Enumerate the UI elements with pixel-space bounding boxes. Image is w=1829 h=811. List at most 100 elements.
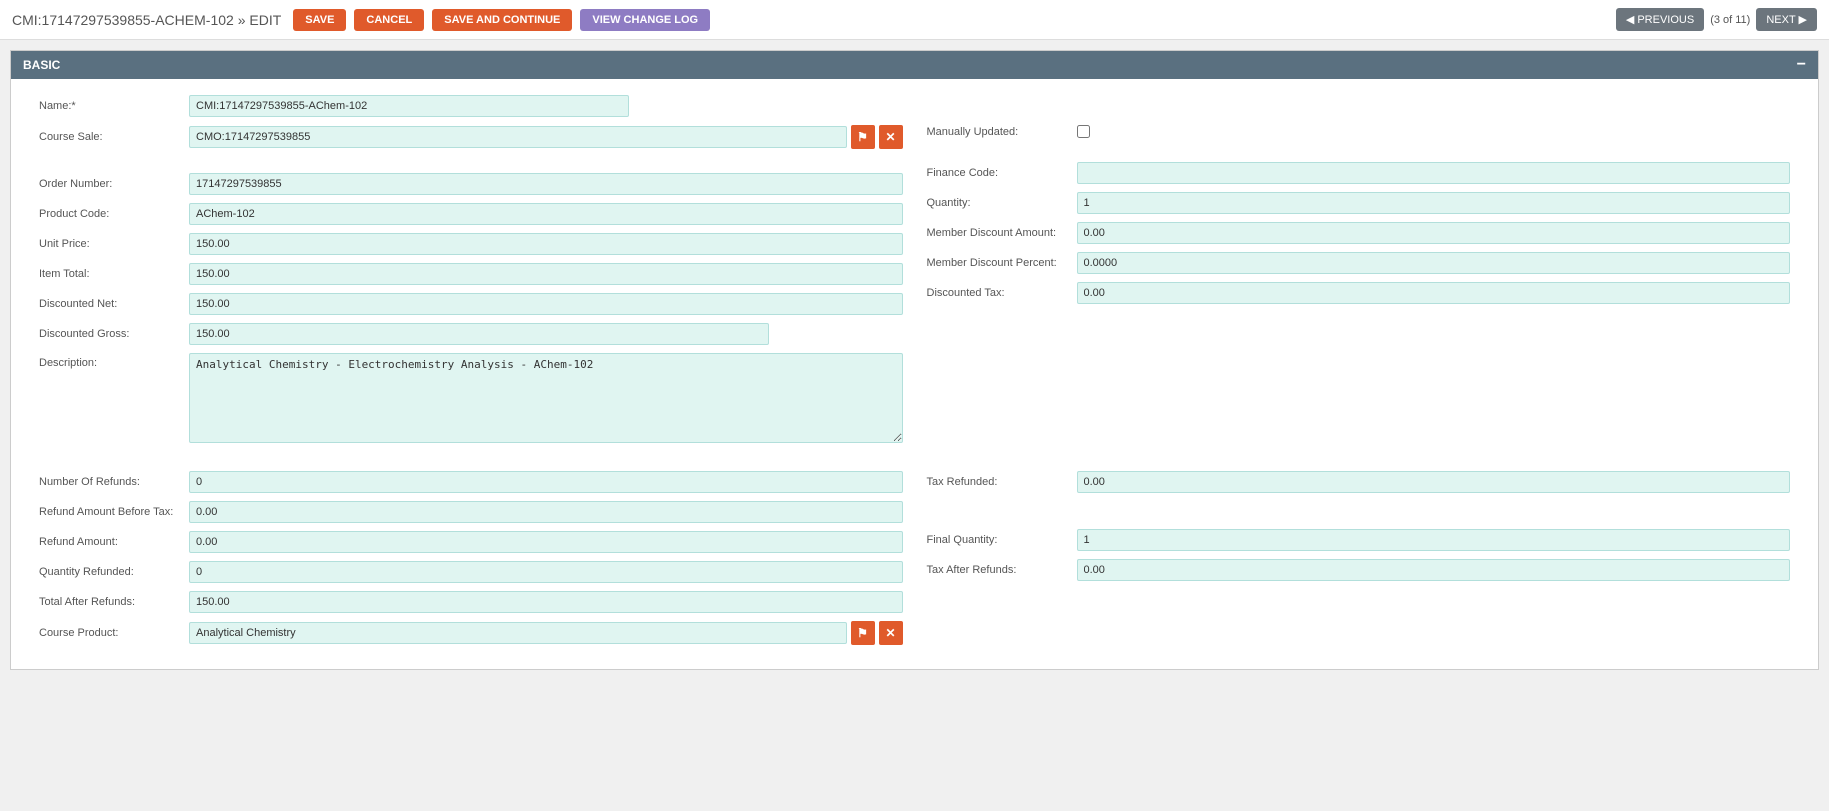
- quantity-input[interactable]: [1077, 192, 1791, 214]
- right-col: Manually Updated: Finance Code: Quantity…: [915, 125, 1803, 451]
- course-product-label: Course Product:: [39, 627, 189, 639]
- previous-button[interactable]: ◀ PREVIOUS: [1616, 8, 1704, 31]
- member-discount-amount-label: Member Discount Amount:: [927, 227, 1077, 239]
- refund-amount-row: Refund Amount:: [39, 531, 903, 553]
- nav-count: (3 of 11): [1710, 14, 1750, 26]
- item-total-input[interactable]: [189, 263, 903, 285]
- number-of-refunds-label: Number Of Refunds:: [39, 476, 189, 488]
- discounted-tax-row: Discounted Tax:: [927, 282, 1791, 304]
- order-number-label: Order Number:: [39, 178, 189, 190]
- refund-amount-before-tax-row: Refund Amount Before Tax:: [39, 501, 903, 523]
- course-sale-flag-button[interactable]: ⚑: [851, 125, 875, 149]
- section-header-basic: BASIC −: [11, 51, 1818, 79]
- save-button[interactable]: SAVE: [293, 9, 346, 31]
- discounted-gross-label: Discounted Gross:: [39, 328, 189, 340]
- item-total-row: Item Total:: [39, 263, 903, 285]
- nav-info: ◀ PREVIOUS (3 of 11) NEXT ▶: [1616, 8, 1817, 31]
- tax-after-refunds-row: Tax After Refunds:: [927, 559, 1791, 581]
- finance-code-input[interactable]: [1077, 162, 1791, 184]
- refund-grid: Number Of Refunds: Refund Amount Before …: [27, 471, 1802, 653]
- basic-section: BASIC − Name:* Course Sale: ⚑ ✕: [10, 50, 1819, 670]
- member-discount-percent-input[interactable]: [1077, 252, 1791, 274]
- product-code-label: Product Code:: [39, 208, 189, 220]
- final-quantity-input[interactable]: [1077, 529, 1791, 551]
- tax-after-refunds-input[interactable]: [1077, 559, 1791, 581]
- manually-updated-checkbox-area: [1077, 125, 1090, 138]
- discounted-net-row: Discounted Net:: [39, 293, 903, 315]
- finance-code-row: Finance Code:: [927, 162, 1791, 184]
- next-button[interactable]: NEXT ▶: [1756, 8, 1817, 31]
- manually-updated-checkbox[interactable]: [1077, 125, 1090, 138]
- unit-price-input[interactable]: [189, 233, 903, 255]
- member-discount-percent-row: Member Discount Percent:: [927, 252, 1791, 274]
- collapse-icon[interactable]: −: [1797, 57, 1806, 73]
- discounted-gross-input[interactable]: [189, 323, 769, 345]
- unit-price-label: Unit Price:: [39, 238, 189, 250]
- member-discount-amount-input[interactable]: [1077, 222, 1791, 244]
- page-title-prefix: CMI:17147297539855-ACHEM-102: [12, 12, 234, 28]
- left-col: Course Sale: ⚑ ✕ Order Number: Product C…: [27, 125, 915, 451]
- quantity-label: Quantity:: [927, 197, 1077, 209]
- course-product-flag-button[interactable]: ⚑: [851, 621, 875, 645]
- member-discount-amount-row: Member Discount Amount:: [927, 222, 1791, 244]
- description-textarea[interactable]: [189, 353, 903, 443]
- top-bar-left: CMI:17147297539855-ACHEM-102 » EDIT SAVE…: [12, 9, 710, 31]
- page-title: CMI:17147297539855-ACHEM-102 » EDIT: [12, 12, 281, 28]
- total-after-refunds-input[interactable]: [189, 591, 903, 613]
- product-code-input[interactable]: [189, 203, 903, 225]
- course-sale-clear-button[interactable]: ✕: [879, 125, 903, 149]
- right-refund-col: Tax Refunded: Final Quantity: Tax After …: [915, 471, 1803, 653]
- total-after-refunds-row: Total After Refunds:: [39, 591, 903, 613]
- order-number-row: Order Number:: [39, 173, 903, 195]
- course-sale-input-group: ⚑ ✕: [189, 125, 903, 149]
- discounted-net-label: Discounted Net:: [39, 298, 189, 310]
- name-input[interactable]: [189, 95, 629, 117]
- number-of-refunds-input[interactable]: [189, 471, 903, 493]
- course-sale-row: Course Sale: ⚑ ✕: [39, 125, 903, 149]
- description-label: Description:: [39, 353, 189, 369]
- refund-amount-label: Refund Amount:: [39, 536, 189, 548]
- refund-amount-before-tax-label: Refund Amount Before Tax:: [39, 506, 189, 518]
- discounted-tax-input[interactable]: [1077, 282, 1791, 304]
- course-product-clear-button[interactable]: ✕: [879, 621, 903, 645]
- tax-refunded-row: Tax Refunded:: [927, 471, 1791, 493]
- tax-after-refunds-label: Tax After Refunds:: [927, 564, 1077, 576]
- quantity-refunded-input[interactable]: [189, 561, 903, 583]
- item-total-label: Item Total:: [39, 268, 189, 280]
- tax-refunded-input[interactable]: [1077, 471, 1791, 493]
- refund-amount-input[interactable]: [189, 531, 903, 553]
- description-row: Description:: [39, 353, 903, 443]
- top-bar: CMI:17147297539855-ACHEM-102 » EDIT SAVE…: [0, 0, 1829, 40]
- discounted-tax-label: Discounted Tax:: [927, 287, 1077, 299]
- quantity-row: Quantity:: [927, 192, 1791, 214]
- refund-amount-before-tax-input[interactable]: [189, 501, 903, 523]
- course-product-input[interactable]: [189, 622, 847, 644]
- discounted-net-input[interactable]: [189, 293, 903, 315]
- course-sale-label: Course Sale:: [39, 131, 189, 143]
- quantity-refunded-row: Quantity Refunded:: [39, 561, 903, 583]
- view-changelog-button[interactable]: VIEW CHANGE LOG: [580, 9, 710, 31]
- section-body-basic: Name:* Course Sale: ⚑ ✕ Order Number: [11, 79, 1818, 669]
- order-number-input[interactable]: [189, 173, 903, 195]
- number-of-refunds-row: Number Of Refunds:: [39, 471, 903, 493]
- page-title-suffix: EDIT: [249, 12, 281, 28]
- discounted-gross-row: Discounted Gross:: [39, 323, 903, 345]
- course-sale-input[interactable]: [189, 126, 847, 148]
- section-title-basic: BASIC: [23, 58, 60, 72]
- name-label: Name:*: [39, 100, 189, 112]
- name-row: Name:*: [39, 95, 1790, 117]
- left-refund-col: Number Of Refunds: Refund Amount Before …: [27, 471, 915, 653]
- course-product-input-group: ⚑ ✕: [189, 621, 903, 645]
- manually-updated-label: Manually Updated:: [927, 126, 1077, 138]
- cancel-button[interactable]: CANCEL: [354, 9, 424, 31]
- tax-refunded-label: Tax Refunded:: [927, 476, 1077, 488]
- save-and-continue-button[interactable]: SAVE AND CONTINUE: [432, 9, 572, 31]
- course-product-row: Course Product: ⚑ ✕: [39, 621, 903, 645]
- quantity-refunded-label: Quantity Refunded:: [39, 566, 189, 578]
- final-quantity-label: Final Quantity:: [927, 534, 1077, 546]
- manually-updated-row: Manually Updated:: [927, 125, 1791, 138]
- total-after-refunds-label: Total After Refunds:: [39, 596, 189, 608]
- member-discount-percent-label: Member Discount Percent:: [927, 257, 1077, 269]
- finance-code-label: Finance Code:: [927, 167, 1077, 179]
- page-title-separator: »: [238, 12, 250, 28]
